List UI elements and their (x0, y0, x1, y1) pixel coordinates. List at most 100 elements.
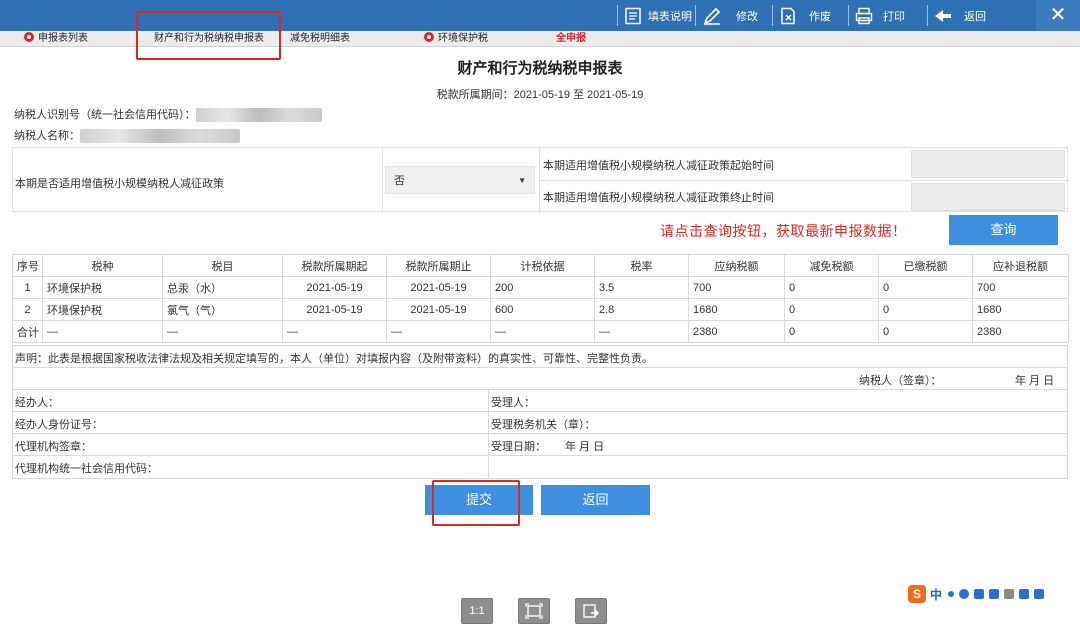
ime-logo-icon: S (908, 585, 926, 603)
table-cell: 0 (878, 276, 973, 299)
tab-full-declaration[interactable]: 全申报 (556, 32, 586, 46)
table-cell: 2380 (688, 320, 785, 343)
fit-screen-button[interactable] (518, 598, 550, 624)
table-cell: 1680 (688, 298, 785, 321)
agency-seal-label: 代理机构签章： (15, 441, 92, 453)
back-arrow-icon (935, 9, 951, 22)
void-document-icon (781, 7, 795, 24)
printer-icon (855, 7, 873, 24)
gear-icon (24, 32, 34, 42)
policy-select-value: 否 (394, 175, 405, 187)
modify-button[interactable]: 修改 (700, 4, 758, 27)
taxpayer-id-line: 纳税人识别号（统一社会信用代码）： (14, 106, 322, 123)
chevron-down-icon: ▼ (518, 176, 526, 185)
grid-icon (1034, 589, 1045, 599)
agent-id-row: 经办人身份证号： 受理税务机关（章）： (13, 412, 1067, 434)
policy-end-label: 本期适用增值税小规模纳税人减征政策终止时间 (543, 192, 774, 204)
query-notice: 请点击查询按钮，获取最新申报数据！ (660, 223, 907, 239)
gear-icon (424, 32, 434, 42)
table-cell: 0 (878, 320, 973, 343)
policy-start-input[interactable] (911, 150, 1065, 178)
policy-end-input[interactable] (911, 183, 1065, 211)
table-cell: 2021-05-19 (282, 298, 387, 321)
table-cell: — (162, 320, 283, 343)
table-cell: — (386, 320, 491, 343)
redacted-taxpayer-id (195, 108, 322, 123)
accept-date-label: 受理日期： (491, 441, 546, 453)
back-toolbar-button[interactable]: 返回 (932, 4, 986, 27)
column-header: 税款所属期止 (386, 254, 491, 277)
divider (488, 390, 489, 412)
tab-environmental-tax[interactable]: 环境保护税 (424, 32, 488, 46)
divider (539, 180, 1069, 181)
column-header: 减免税额 (784, 254, 879, 277)
column-header: 计税依据 (490, 254, 595, 277)
table-cell: 0 (784, 298, 879, 321)
table-cell: 1680 (972, 298, 1069, 321)
table-cell: — (490, 320, 595, 343)
agency-code-row: 代理机构统一社会信用代码： (13, 456, 1067, 478)
agency-code-label: 代理机构统一社会信用代码： (15, 463, 158, 475)
highlight-box (136, 11, 281, 60)
tab-label: 全申报 (556, 33, 586, 44)
table-cell: 2.8 (594, 298, 689, 321)
table-cell: 2 (12, 298, 43, 321)
table-cell: 环境保护税 (42, 276, 163, 299)
table-cell: 0 (784, 320, 879, 343)
receiver-label: 受理人： (491, 397, 535, 409)
table-cell: 1 (12, 276, 43, 299)
toolbar-separator (772, 5, 773, 26)
taxpayer-seal-label: 纳税人（签章）： (859, 375, 942, 387)
column-header: 已缴税额 (878, 254, 973, 277)
void-button[interactable]: 作废 (777, 4, 831, 27)
agent-id-label: 经办人身份证号： (15, 419, 103, 431)
table-header-row: 序号 税种 税目 税款所属期起 税款所属期止 计税依据 税率 应纳税额 减免税额… (12, 254, 1069, 277)
query-button[interactable]: 查询 (949, 215, 1058, 245)
declaration-row: 声明：此表是根据国家税收法律法规及相关规定填写的，本人（单位）对填报内容（及附带… (13, 346, 1067, 368)
table-cell[interactable]: 600 (490, 298, 595, 321)
print-button[interactable]: 打印 (853, 4, 905, 27)
close-icon: ✕ (1049, 4, 1067, 26)
period-label: 税款所属期间： (436, 89, 514, 101)
policy-question: 本期是否适用增值税小规模纳税人减征政策 (15, 178, 224, 190)
declaration-block: 声明：此表是根据国家税收法律法规及相关规定填写的，本人（单位）对填报内容（及附带… (12, 345, 1068, 479)
toolbar-separator (848, 5, 849, 26)
table-cell[interactable]: 200 (490, 276, 595, 299)
period-value: 2021-05-19 至 2021-05-19 (513, 89, 644, 101)
table-cell: 0 (878, 298, 973, 321)
column-header: 税目 (162, 254, 283, 277)
document-icon (625, 7, 641, 24)
back-button[interactable]: 返回 (541, 485, 650, 515)
column-header: 应补退税额 (972, 254, 1069, 277)
declaration-text: 声明：此表是根据国家税收法律法规及相关规定填写的，本人（单位）对填报内容（及附带… (15, 353, 653, 365)
tax-period: 税款所属期间：2021-05-19 至 2021-05-19 (0, 86, 1080, 102)
agent-row: 经办人： 受理人： (13, 390, 1067, 412)
export-button[interactable] (575, 598, 607, 624)
ime-mode: 中 (930, 587, 943, 602)
actual-size-button[interactable]: 1:1 (461, 598, 493, 624)
reduction-policy-block: 本期是否适用增值税小规模纳税人减征政策 否 ▼ 本期适用增值税小规模纳税人减征政策… (12, 147, 1069, 213)
column-header: 税种 (42, 254, 163, 277)
toolbar-separator (927, 5, 928, 26)
toolbar-separator (695, 5, 696, 26)
table-cell: 2021-05-19 (386, 276, 491, 299)
column-header: 税款所属期起 (282, 254, 387, 277)
tax-office-label: 受理税务机关（章）： (491, 419, 596, 431)
ime-toolbar[interactable]: S 中 (908, 585, 1049, 603)
table-cell: 700 (972, 276, 1069, 299)
table-cell: 氯气（气） (162, 298, 283, 321)
back-toolbar-label: 返回 (964, 10, 986, 23)
tab-exemption-detail[interactable]: 减免税明细表 (290, 32, 350, 46)
tab-declaration-list[interactable]: 申报表列表 (24, 32, 88, 46)
toolbar-separator (617, 5, 618, 26)
export-icon (583, 604, 599, 618)
fill-guide-button[interactable]: 填表说明 (622, 4, 692, 27)
user-icon (1004, 589, 1015, 599)
agent-label: 经办人： (15, 397, 59, 409)
close-button[interactable]: ✕ (1036, 0, 1080, 31)
policy-select[interactable]: 否 ▼ (385, 166, 535, 194)
divider (382, 148, 383, 213)
table-cell: — (282, 320, 387, 343)
taxpayer-name-label: 纳税人名称： (14, 130, 80, 142)
column-header: 序号 (12, 254, 43, 277)
